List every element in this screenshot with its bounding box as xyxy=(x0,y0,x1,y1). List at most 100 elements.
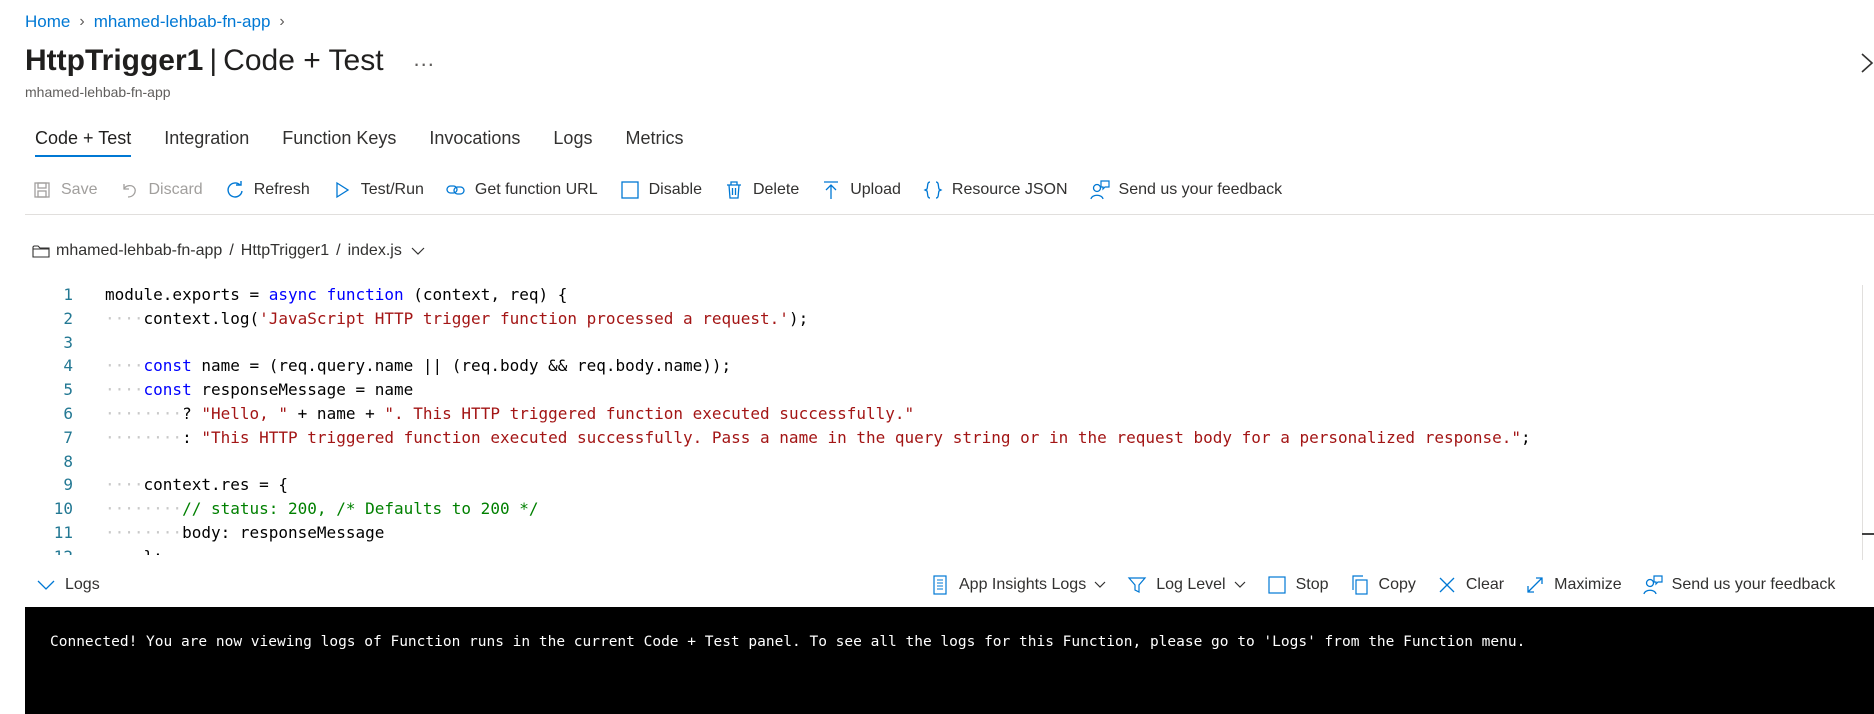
more-options-button[interactable]: ... xyxy=(414,46,435,72)
scrollbar-marker xyxy=(1862,533,1874,535)
close-panel-icon[interactable] xyxy=(1860,52,1874,74)
stop-icon xyxy=(1267,576,1286,594)
code-line: 5 ····const responseMessage = name xyxy=(25,378,1874,402)
clear-button[interactable]: Clear xyxy=(1437,575,1504,595)
file-selector[interactable]: index.js xyxy=(348,242,402,260)
filepath-app: mhamed-lehbab-fn-app xyxy=(56,242,223,259)
tab-integration[interactable]: Integration xyxy=(164,124,249,157)
file-path-breadcrumb: mhamed-lehbab-fn-app / HttpTrigger1 / in… xyxy=(32,242,431,260)
discard-label: Discard xyxy=(148,181,203,198)
code-line: 7 ········: "This HTTP triggered functio… xyxy=(25,426,1874,450)
tab-logs[interactable]: Logs xyxy=(553,124,592,157)
tab-bar: Code + Test Integration Function Keys In… xyxy=(25,124,716,157)
filepath-separator: / xyxy=(336,242,341,259)
toolbar-divider xyxy=(25,214,1874,215)
folder-icon xyxy=(32,245,50,258)
save-label: Save xyxy=(61,181,98,198)
resource-json-button[interactable]: Resource JSON xyxy=(923,180,1068,200)
tab-function-keys[interactable]: Function Keys xyxy=(282,124,396,157)
logs-bar: Logs App Insights Logs Log Level Stop Co… xyxy=(25,565,1874,605)
logs-toggle-label: Logs xyxy=(65,576,100,593)
refresh-icon xyxy=(227,181,243,198)
log-level-label: Log Level xyxy=(1156,576,1226,593)
close-icon xyxy=(1439,577,1455,593)
maximize-icon xyxy=(1527,577,1543,593)
undo-icon xyxy=(123,184,137,198)
resource-json-label: Resource JSON xyxy=(951,181,1068,198)
discard-button[interactable]: Discard xyxy=(119,180,203,200)
code-text: ····const responseMessage = name xyxy=(105,380,414,400)
code-text: ····const name = (req.query.name || (req… xyxy=(105,356,732,376)
delete-label: Delete xyxy=(752,181,800,198)
page-title: HttpTrigger1 | Code + Test ... xyxy=(25,44,435,78)
trash-icon xyxy=(726,181,741,199)
logs-feedback-button[interactable]: Send us your feedback xyxy=(1643,575,1836,595)
stop-button[interactable]: Stop xyxy=(1267,575,1329,595)
document-list-icon xyxy=(933,575,947,595)
feedback-button[interactable]: Send us your feedback xyxy=(1089,180,1282,200)
line-number: 1 xyxy=(63,285,73,304)
line-number: 3 xyxy=(63,332,73,352)
save-button[interactable]: Save xyxy=(32,180,97,200)
chevron-down-icon xyxy=(37,580,55,590)
breadcrumb-home-link[interactable]: Home xyxy=(25,12,70,32)
copy-icon xyxy=(1351,575,1368,595)
app-insights-logs-dropdown[interactable]: App Insights Logs xyxy=(930,575,1106,595)
editor-scrollbar[interactable] xyxy=(1862,285,1874,560)
code-text: ····context.res = { xyxy=(105,475,289,495)
code-text: module.exports = async function (context… xyxy=(105,285,568,304)
chevron-right-icon: › xyxy=(79,13,85,30)
braces-icon xyxy=(923,181,943,199)
logs-actions: App Insights Logs Log Level Stop Copy Cl… xyxy=(930,565,1856,605)
line-number: 2 xyxy=(63,308,73,328)
disable-button[interactable]: Disable xyxy=(620,180,702,200)
line-number: 10 xyxy=(53,499,73,519)
chevron-down-icon xyxy=(1094,581,1106,588)
log-console[interactable]: Connected! You are now viewing logs of F… xyxy=(25,607,1874,714)
chevron-down-icon[interactable] xyxy=(411,246,425,256)
code-line: 10 ········// status: 200, /* Defaults t… xyxy=(25,497,1874,521)
filter-icon xyxy=(1127,577,1147,593)
maximize-button[interactable]: Maximize xyxy=(1525,575,1622,595)
code-line: 1 module.exports = async function (conte… xyxy=(25,283,1874,307)
code-text: ····context.log('JavaScript HTTP trigger… xyxy=(105,308,809,328)
play-icon xyxy=(336,181,349,199)
stop-label: Stop xyxy=(1295,576,1329,593)
copy-button[interactable]: Copy xyxy=(1350,575,1416,595)
chevron-down-icon xyxy=(1234,581,1246,588)
copy-label: Copy xyxy=(1378,576,1416,593)
filepath-separator: / xyxy=(229,242,234,259)
tab-invocations[interactable]: Invocations xyxy=(429,124,520,157)
log-level-dropdown[interactable]: Log Level xyxy=(1127,575,1246,595)
delete-button[interactable]: Delete xyxy=(724,180,799,200)
code-text: ········? "Hello, " + name + ". This HTT… xyxy=(105,403,915,423)
breadcrumb-app-link[interactable]: mhamed-lehbab-fn-app xyxy=(94,12,271,32)
tab-code-test[interactable]: Code + Test xyxy=(35,124,132,157)
line-number: 7 xyxy=(63,427,73,447)
get-function-url-button[interactable]: Get function URL xyxy=(446,180,598,200)
maximize-label: Maximize xyxy=(1554,576,1622,593)
tab-metrics[interactable]: Metrics xyxy=(625,124,683,157)
breadcrumb: Home › mhamed-lehbab-fn-app › xyxy=(25,12,294,32)
refresh-button[interactable]: Refresh xyxy=(225,180,310,200)
code-text: ····}; xyxy=(73,545,163,555)
logs-toggle-button[interactable]: Logs xyxy=(37,576,100,594)
code-line: 2 ····context.log('JavaScript HTTP trigg… xyxy=(25,307,1874,331)
code-text: ········// status: 200, /* Defaults to 2… xyxy=(105,499,539,519)
line-number: 11 xyxy=(53,522,73,542)
line-number: 5 xyxy=(63,380,73,400)
test-run-button[interactable]: Test/Run xyxy=(332,180,424,200)
line-number: 12 xyxy=(25,545,73,555)
code-editor[interactable]: 1 module.exports = async function (conte… xyxy=(25,283,1874,555)
code-line: 8 xyxy=(25,450,1874,474)
get-function-url-label: Get function URL xyxy=(474,181,598,198)
resource-subtitle: mhamed-lehbab-fn-app xyxy=(25,84,171,100)
upload-button[interactable]: Upload xyxy=(821,180,901,200)
line-number: 9 xyxy=(63,475,73,495)
code-line: 3 xyxy=(25,331,1874,355)
line-number: 8 xyxy=(63,451,73,471)
logs-feedback-label: Send us your feedback xyxy=(1671,576,1836,593)
title-separator: | xyxy=(209,44,218,77)
